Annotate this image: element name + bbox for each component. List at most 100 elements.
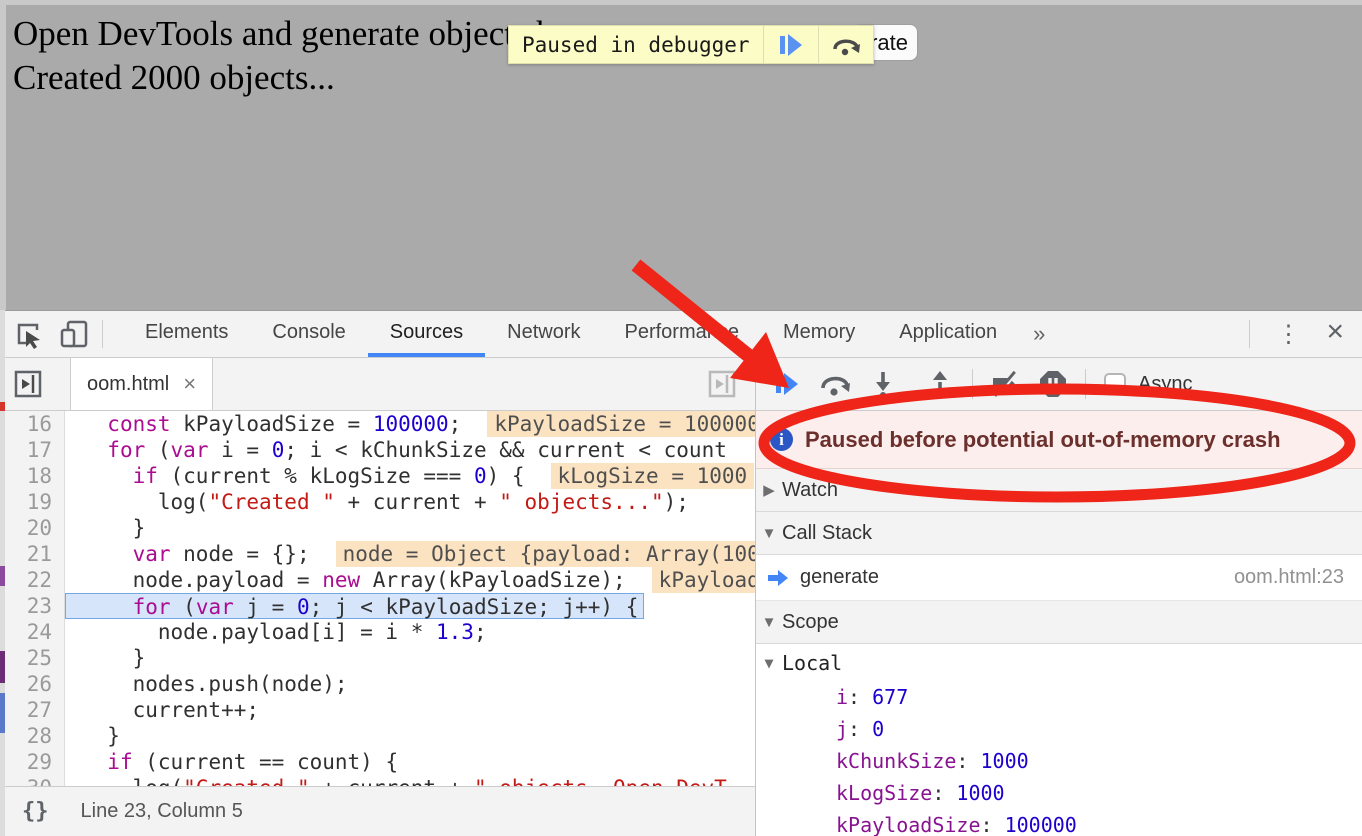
line-number[interactable]: 18 (0, 463, 65, 489)
code-line-23[interactable]: 23 for (var j = 0; j < kPayloadSize; j++… (0, 593, 755, 619)
watch-section-header[interactable]: ▶ Watch (756, 469, 1362, 512)
toolbar-separator (102, 320, 103, 348)
background-window-sliver (0, 566, 5, 586)
show-navigator-icon[interactable] (10, 368, 46, 400)
line-number[interactable]: 16 (0, 411, 65, 437)
code-line-24[interactable]: 24 node.payload[i] = i * 1.3; (0, 619, 755, 645)
line-number[interactable]: 20 (0, 515, 65, 541)
paused-in-debugger-overlay: Paused in debugger (508, 25, 874, 64)
tab-elements[interactable]: Elements (123, 311, 250, 357)
step-over-icon (819, 371, 851, 397)
variable-colon: : (956, 749, 980, 773)
code-line-28[interactable]: 28 } (0, 723, 755, 749)
step-into-button[interactable] (864, 366, 902, 402)
scope-variable-kLogSize: kLogSize: 1000 (756, 777, 1362, 809)
code-line-26[interactable]: 26 nodes.push(node); (0, 671, 755, 697)
resume-icon (780, 34, 802, 56)
call-stack-section-header[interactable]: ▼ Call Stack (756, 512, 1362, 555)
deactivate-breakpoints-button[interactable] (986, 366, 1024, 402)
code-line-25[interactable]: 25 } (0, 645, 755, 671)
expanded-triangle-icon[interactable]: ▼ (756, 525, 782, 542)
line-text: if (current % kLogSize === 0) { (65, 463, 525, 489)
close-devtools-icon[interactable]: × (1320, 317, 1362, 351)
scope-local-row[interactable]: ▼ Local (756, 644, 1362, 681)
tab-network[interactable]: Network (485, 311, 602, 357)
line-text: } (65, 515, 145, 541)
devtools-main-toolbar: ElementsConsoleSourcesNetworkPerformance… (0, 311, 1362, 358)
line-number[interactable]: 26 (0, 671, 65, 697)
call-frame-location[interactable]: oom.html:23 (1234, 566, 1344, 589)
code-line-21[interactable]: 21 var node = {};node = Object {payload:… (0, 541, 755, 567)
step-over-button[interactable] (816, 366, 854, 402)
pause-on-exceptions-button[interactable] (1034, 366, 1072, 402)
step-out-button[interactable] (921, 366, 959, 402)
line-text: } (65, 723, 120, 749)
scope-variable-i: i: 677 (756, 681, 1362, 713)
background-window-sliver (0, 693, 5, 733)
deactivate-breakpoints-icon (988, 370, 1022, 398)
scope-section-label: Scope (782, 611, 839, 634)
line-number[interactable]: 17 (0, 437, 65, 463)
line-number[interactable]: 21 (0, 541, 65, 567)
tabs-overflow-button[interactable]: » (1019, 321, 1059, 347)
line-text: } (65, 645, 145, 671)
pretty-print-icon[interactable]: {} (0, 799, 67, 824)
code-line-18[interactable]: 18 if (current % kLogSize === 0) {kLogSi… (0, 463, 755, 489)
paused-in-debugger-label: Paused in debugger (509, 26, 763, 63)
expanded-triangle-icon[interactable]: ▼ (756, 614, 782, 631)
file-tab-oom-html[interactable]: oom.html × (70, 358, 213, 410)
line-number[interactable]: 30 (0, 775, 65, 786)
expanded-triangle-icon[interactable]: ▼ (756, 654, 782, 672)
devtools-tabs: ElementsConsoleSourcesNetworkPerformance… (123, 311, 1019, 357)
resume-script-button[interactable] (768, 366, 806, 402)
code-editor[interactable]: 16 const kPayloadSize = 100000;kPayloadS… (0, 411, 755, 786)
line-number[interactable]: 27 (0, 697, 65, 723)
line-text: log("Created " + current + " objects. Op… (65, 775, 727, 786)
more-options-icon[interactable]: ⋮ (1256, 320, 1320, 349)
call-frame-generate[interactable]: generate oom.html:23 (756, 555, 1362, 601)
scope-variable-j: j: 0 (756, 713, 1362, 745)
tab-sources[interactable]: Sources (368, 311, 485, 357)
code-line-27[interactable]: 27 current++; (0, 697, 755, 723)
variable-value: 1000 (956, 781, 1004, 805)
panel-toggle-icon[interactable] (707, 369, 741, 399)
tab-memory[interactable]: Memory (761, 311, 877, 357)
device-toolbar-icon[interactable] (58, 317, 92, 351)
overlay-resume-button[interactable] (763, 26, 818, 63)
line-number[interactable]: 25 (0, 645, 65, 671)
inspect-element-icon[interactable] (12, 317, 46, 351)
async-checkbox[interactable] (1104, 373, 1126, 395)
controls-separator (972, 369, 973, 399)
variable-value: 677 (872, 685, 908, 709)
code-line-29[interactable]: 29 if (current == count) { (0, 749, 755, 775)
code-line-19[interactable]: 19 log("Created " + current + " objects.… (0, 489, 755, 515)
generate-button-label: rate (870, 30, 908, 56)
code-line-16[interactable]: 16 const kPayloadSize = 100000;kPayloadS… (0, 411, 755, 437)
tab-application[interactable]: Application (877, 311, 1019, 357)
line-number[interactable]: 29 (0, 749, 65, 775)
file-tab-close-icon[interactable]: × (183, 371, 196, 397)
variable-value: 0 (872, 717, 884, 741)
code-line-17[interactable]: 17 for (var i = 0; i < kChunkSize && cur… (0, 437, 755, 463)
overlay-step-over-button[interactable] (818, 26, 873, 63)
scope-section-header[interactable]: ▼ Scope (756, 601, 1362, 644)
code-line-22[interactable]: 22 node.payload = new Array(kPayloadSize… (0, 567, 755, 593)
code-line-30[interactable]: 30 log("Created " + current + " objects.… (0, 775, 755, 786)
tab-console[interactable]: Console (250, 311, 367, 357)
collapsed-triangle-icon[interactable]: ▶ (756, 481, 782, 499)
async-label[interactable]: Async (1138, 373, 1192, 396)
line-number[interactable]: 19 (0, 489, 65, 515)
toolbar-separator-right (1249, 320, 1250, 348)
page-text: Open DevTools and generate objects b Cre… (13, 12, 554, 100)
sources-editor-pane: oom.html × 16 const kPayloadSize = 10000… (0, 358, 755, 836)
code-line-20[interactable]: 20 } (0, 515, 755, 541)
line-number[interactable]: 28 (0, 723, 65, 749)
scope-local-label: Local (782, 651, 842, 675)
line-text: node.payload[i] = i * 1.3; (65, 619, 487, 645)
line-number[interactable]: 23 (0, 593, 65, 619)
paused-message-text: Paused before potential out-of-memory cr… (805, 427, 1281, 453)
tab-performance[interactable]: Performance (603, 311, 762, 357)
line-number[interactable]: 24 (0, 619, 65, 645)
line-number[interactable]: 22 (0, 567, 65, 593)
call-frame-name: generate (800, 566, 879, 589)
